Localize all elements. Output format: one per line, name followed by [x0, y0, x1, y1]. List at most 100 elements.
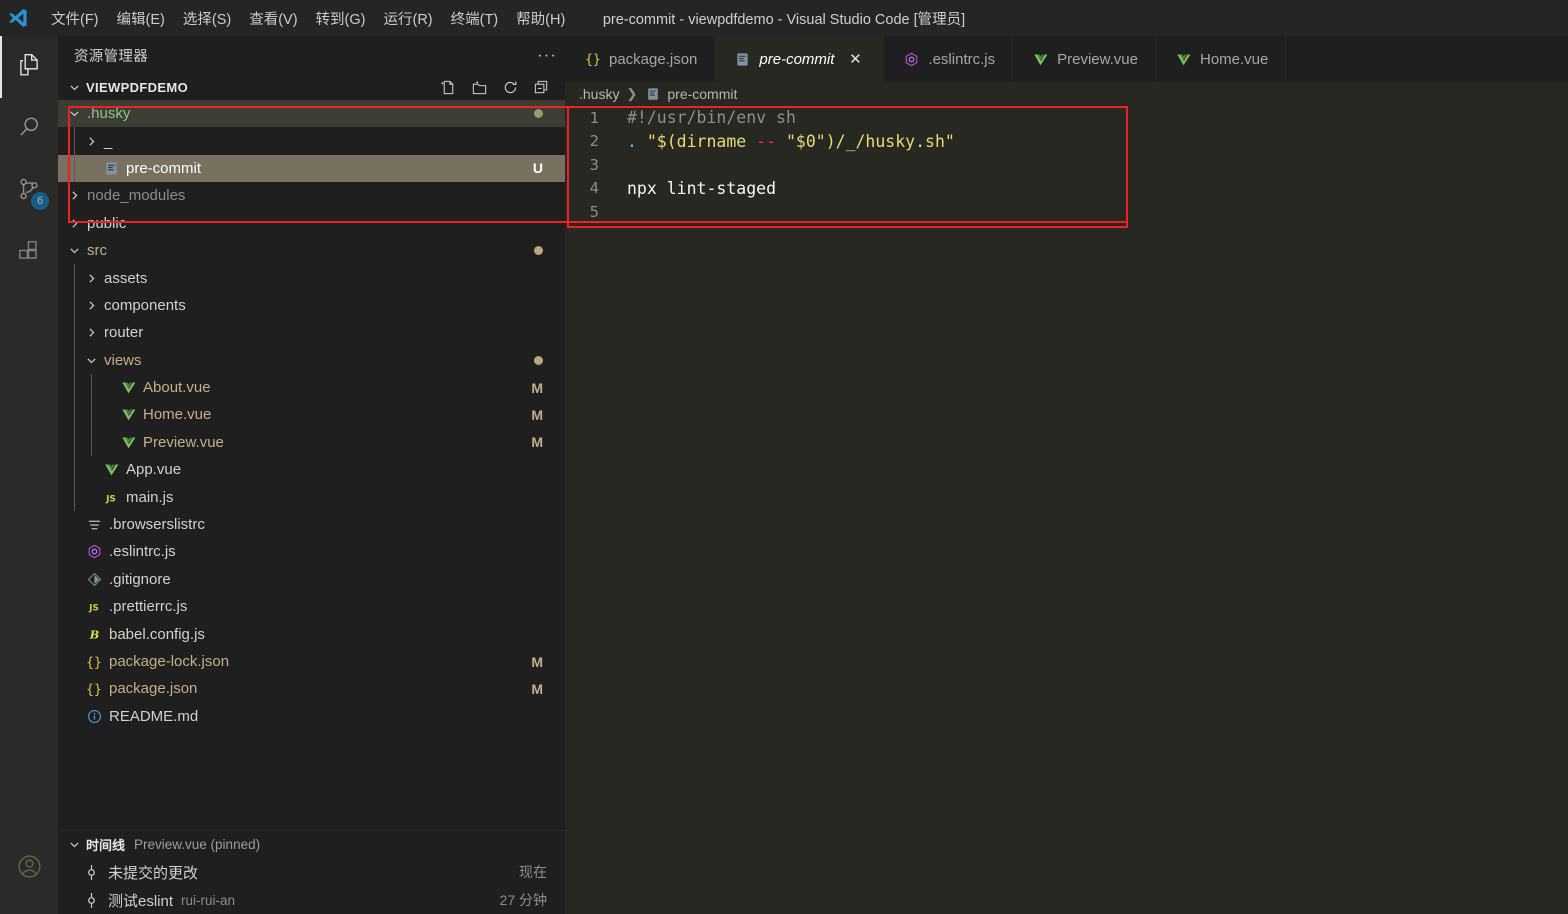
chevron-right-icon[interactable] — [83, 299, 100, 312]
breadcrumb-folder[interactable]: .husky — [579, 86, 619, 102]
tree-row-preview-vue[interactable]: Preview.vue M — [58, 428, 565, 457]
code-line-text[interactable]: . "$(dirname -- "$0")/_/husky.sh" — [621, 132, 955, 151]
chevron-down-icon[interactable] — [66, 107, 83, 120]
collapse-all-icon[interactable] — [529, 75, 553, 99]
code-editor[interactable]: 1 #!/usr/bin/env sh 2. "$(dirname -- "$0")… — [565, 106, 1568, 914]
menu-run[interactable]: 运行(R) — [374, 4, 441, 33]
indent-guide — [74, 373, 75, 402]
tree-row-package-lock-json[interactable]: {} package-lock.json M — [58, 648, 565, 675]
code-line-text[interactable]: #!/usr/bin/env sh — [621, 108, 796, 127]
activity-item-account[interactable] — [0, 838, 58, 900]
chevron-right-icon[interactable] — [66, 217, 83, 230]
code-token: "$(dirname — [646, 131, 757, 151]
tree-row-main-js[interactable]: JS main.js — [58, 483, 565, 511]
tree-row-about-vue[interactable]: About.vue M — [58, 373, 565, 402]
tree-row-views[interactable]: views — [58, 346, 565, 374]
tree-row-browserslistrc[interactable]: .browserslistrc — [58, 511, 565, 538]
tree-row-readme-md[interactable]: README.md — [58, 703, 565, 730]
tree-row-app-vue[interactable]: App.vue — [58, 456, 565, 484]
sidebar-explorer: 资源管理器 ··· VIEWPDFDEMO .husky _ pre-commi… — [58, 36, 565, 914]
tree-row-package-json[interactable]: {} package.json M — [58, 675, 565, 702]
file-tree[interactable]: .husky _ pre-commit Unode_modulespublic src a… — [58, 100, 565, 830]
activity-item-explorer[interactable] — [0, 36, 58, 98]
tree-row-assets[interactable]: assets — [58, 264, 565, 292]
editor-tab-label: Preview.vue — [1057, 50, 1138, 68]
chevron-right-icon[interactable] — [66, 189, 83, 202]
tree-row-prettierrc-js[interactable]: JS .prettierrc.js — [58, 593, 565, 620]
tree-row-public[interactable]: public — [58, 210, 565, 237]
tab-close-icon[interactable]: ✕ — [844, 48, 866, 70]
git-status-badge: M — [531, 653, 543, 670]
svg-text:B: B — [88, 627, 99, 641]
tree-row-label: public — [87, 214, 127, 232]
tree-row-label: views — [104, 351, 142, 369]
chevron-right-icon[interactable] — [83, 272, 100, 285]
activity-item-source-control[interactable]: 6 — [0, 160, 58, 222]
activity-item-extensions[interactable] — [0, 222, 58, 284]
tree-row-router[interactable]: router — [58, 319, 565, 347]
tree-row-node-modules[interactable]: node_modules — [58, 182, 565, 209]
menu-terminal[interactable]: 终端(T) — [442, 4, 508, 33]
tree-row-label: App.vue — [126, 461, 182, 479]
tree-row-husky[interactable]: .husky — [58, 100, 565, 128]
tree-row-[interactable]: _ — [58, 127, 565, 155]
indent-guide — [74, 319, 75, 347]
tree-row-gitignore[interactable]: .gitignore — [58, 566, 565, 593]
vue-icon — [117, 435, 139, 450]
sidebar-title: 资源管理器 — [74, 48, 148, 65]
editor-tab-package-json[interactable]: {} package.json — [565, 36, 716, 82]
chevron-right-icon[interactable] — [83, 326, 100, 339]
code-line-text[interactable]: npx lint-staged — [621, 179, 776, 198]
minimap[interactable] — [1554, 106, 1568, 914]
tree-row-label: .gitignore — [109, 570, 171, 588]
menu-selection[interactable]: 选择(S) — [174, 4, 240, 33]
chevron-down-icon[interactable] — [66, 244, 83, 257]
menu-bar[interactable]: 文件(F) 编辑(E) 选择(S) 查看(V) 转到(G) 运行(R) 终端(T… — [42, 0, 574, 36]
breadcrumb-file[interactable]: pre-commit — [667, 86, 737, 102]
code-token: npx lint-staged — [627, 178, 777, 198]
editor-tab-preview-vue[interactable]: Preview.vue — [1013, 36, 1156, 82]
indent-guide — [74, 456, 75, 484]
line-number: 3 — [589, 155, 599, 174]
new-file-icon[interactable] — [436, 75, 460, 99]
chevron-down-icon — [66, 81, 83, 94]
activity-item-search[interactable] — [0, 98, 58, 160]
timeline-header[interactable]: 时间线 Preview.vue (pinned) — [58, 831, 565, 858]
chevron-down-icon[interactable] — [83, 354, 100, 367]
refresh-icon[interactable] — [498, 75, 522, 99]
timeline-item[interactable]: 未提交的更改 现在 — [58, 858, 565, 886]
editor-tab-bar[interactable]: {} package.json pre-commit ✕ .eslintrc.js Pre… — [565, 36, 1568, 82]
line-number: 1 — [589, 108, 599, 127]
editor-tab-pre-commit[interactable]: pre-commit ✕ — [715, 36, 885, 82]
menu-go[interactable]: 转到(G) — [307, 4, 375, 33]
tree-row-eslintrc-js[interactable]: .eslintrc.js — [58, 538, 565, 565]
menu-file[interactable]: 文件(F) — [42, 4, 108, 33]
editor-tab--eslintrc-js[interactable]: .eslintrc.js — [884, 36, 1014, 82]
breadcrumb[interactable]: .husky ❯ pre-commit — [565, 82, 1568, 106]
editor-tab-home-vue[interactable]: Home.vue — [1156, 36, 1287, 82]
indent-guide — [91, 401, 92, 429]
menu-view[interactable]: 查看(V) — [240, 4, 306, 33]
menu-help[interactable]: 帮助(H) — [507, 4, 574, 33]
tree-row-pre-commit[interactable]: pre-commit U — [58, 154, 565, 183]
chevron-down-icon — [66, 838, 83, 851]
tree-row-src[interactable]: src — [58, 237, 565, 264]
tree-row-babel-config-js[interactable]: Bbabel.config.js — [58, 620, 565, 647]
new-folder-icon[interactable] — [467, 75, 491, 99]
sidebar-more-actions-icon[interactable]: ··· — [533, 41, 561, 69]
tree-row-home-vue[interactable]: Home.vue M — [58, 401, 565, 429]
indent-guide — [74, 401, 75, 429]
timeline-rows[interactable]: 未提交的更改 现在 测试eslint rui-rui-an 27 分钟 — [58, 858, 565, 914]
workspace-folder-header[interactable]: VIEWPDFDEMO — [58, 74, 565, 100]
explorer-actions — [436, 75, 565, 99]
tree-row-label: package.json — [109, 680, 198, 698]
timeline-panel: 时间线 Preview.vue (pinned) 未提交的更改 现在 测试eslin… — [58, 830, 565, 914]
timeline-item[interactable]: 测试eslint rui-rui-an 27 分钟 — [58, 886, 565, 914]
tree-row-components[interactable]: components — [58, 291, 565, 320]
menu-edit[interactable]: 编辑(E) — [108, 4, 174, 33]
chevron-right-icon: ❯ — [626, 86, 638, 101]
chevron-right-icon[interactable] — [83, 135, 100, 148]
indent-guide — [91, 373, 92, 402]
git-icon — [83, 572, 105, 587]
